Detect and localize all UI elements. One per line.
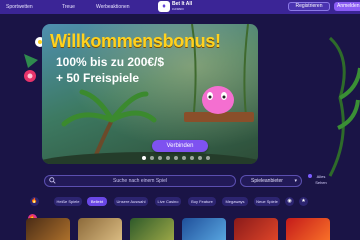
- hero-title: Willkommensbonus!: [50, 31, 221, 51]
- game-tile[interactable]: [26, 218, 70, 240]
- carousel-dots[interactable]: [142, 156, 210, 160]
- game-search-input[interactable]: Suche nach einem Spiel: [44, 175, 236, 187]
- chip-our-selection[interactable]: Unsere Auswahl: [114, 197, 148, 206]
- see-all-link[interactable]: Alles Sehen: [311, 174, 331, 186]
- nav-werbeaktionen[interactable]: Werbeaktionen: [96, 4, 130, 10]
- star-icon[interactable]: ★: [299, 197, 308, 206]
- login-button[interactable]: Anmelden: [334, 2, 360, 11]
- chevron-down-icon: ▾: [294, 178, 297, 184]
- game-tile[interactable]: [286, 218, 330, 240]
- hero-offer-line-1: 100% bis zu 200€/$: [56, 55, 165, 69]
- carousel-dot[interactable]: [150, 156, 154, 160]
- carousel-dot[interactable]: [198, 156, 202, 160]
- chip-live-casino[interactable]: Live Casino: [155, 197, 181, 206]
- chip-buy-feature[interactable]: Buy Feature: [188, 197, 216, 206]
- top-navigation: Sportwetten Treue Werbeaktionen ♦ Bet It…: [0, 0, 360, 14]
- chip-popular[interactable]: Beliebt: [87, 197, 107, 206]
- carousel-dot[interactable]: [206, 156, 210, 160]
- chip-new-games[interactable]: Neue Spiele: [254, 197, 280, 206]
- search-placeholder: Suche nach einem Spiel: [113, 178, 167, 184]
- carousel-dot[interactable]: [174, 156, 178, 160]
- game-tile[interactable]: [78, 218, 122, 240]
- carousel-dot[interactable]: [190, 156, 194, 160]
- game-tile[interactable]: [182, 218, 226, 240]
- carousel-dot[interactable]: [166, 156, 170, 160]
- logo-icon: ♦: [158, 1, 170, 12]
- register-button[interactable]: Registrieren: [288, 2, 330, 11]
- live-icon[interactable]: ◉: [285, 197, 294, 206]
- logo-text: Bet It All: [172, 0, 193, 7]
- palm-leaf-decoration: [308, 36, 360, 178]
- nav-sportwetten[interactable]: Sportwetten: [6, 4, 33, 10]
- carousel-dot[interactable]: [182, 156, 186, 160]
- game-tile[interactable]: [130, 218, 174, 240]
- hero-offer-line-2: + 50 Freispiele: [56, 71, 140, 85]
- provider-label: Spieleanbieter: [251, 178, 283, 184]
- chip-megaways[interactable]: Megaways: [222, 197, 248, 206]
- chip-hot-games[interactable]: Heiße Spiele: [54, 197, 82, 206]
- logo-subtext: CASINO: [172, 6, 184, 11]
- site-logo[interactable]: ♦ Bet It All CASINO: [158, 1, 192, 12]
- carousel-dot[interactable]: [158, 156, 162, 160]
- hot-games-icon[interactable]: 🔥: [30, 197, 39, 206]
- game-tile[interactable]: [234, 218, 278, 240]
- welcome-bonus-banner[interactable]: Willkommensbonus! 100% bis zu 200€/$ + 5…: [42, 24, 258, 164]
- game-provider-select[interactable]: Spieleanbieter ▾: [240, 175, 302, 187]
- nav-treue[interactable]: Treue: [62, 4, 75, 10]
- connect-button[interactable]: Verbinden: [152, 140, 208, 152]
- carousel-dot[interactable]: [142, 156, 146, 160]
